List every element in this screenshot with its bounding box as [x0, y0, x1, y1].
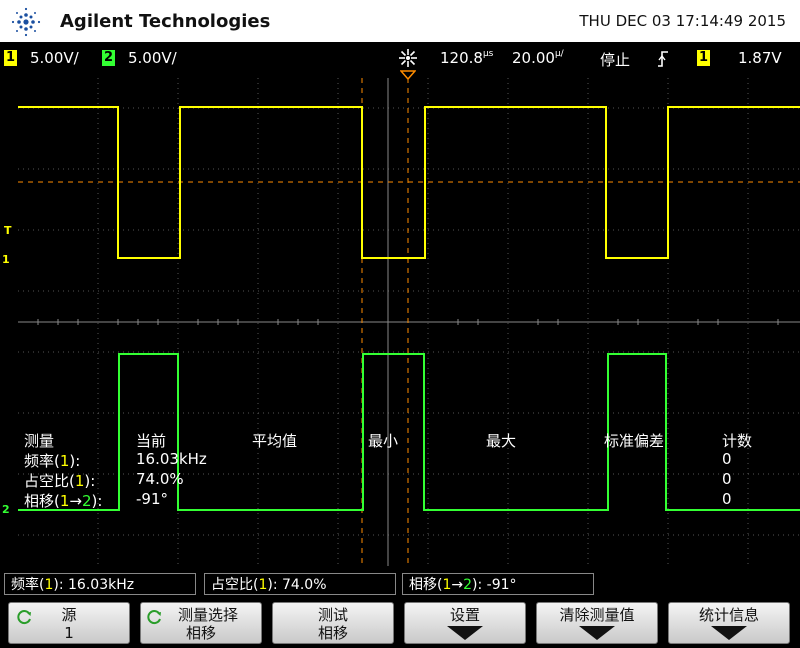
rotate-knob-icon [17, 610, 31, 625]
title-bar: Agilent Technologies THU DEC 03 17:14:49… [0, 0, 800, 42]
readout-frequency: 频率(1): 16.03kHz [4, 573, 196, 595]
row-phase-arrow: → [69, 492, 82, 510]
rotate-knob-icon [147, 610, 161, 625]
readout-duty: 占空比(1): 74.0% [204, 573, 396, 595]
header-stddev: 标准偏差 [604, 432, 665, 450]
row-frequency-label: 频率 [24, 452, 55, 470]
header-count: 计数 [722, 432, 753, 450]
readout-duty-value: ): 74.0% [267, 577, 327, 593]
trigger-position-marker-icon[interactable] [400, 70, 416, 80]
ch2-badge[interactable]: 2 [102, 50, 115, 66]
trigger-source-badge[interactable]: 1 [697, 50, 710, 66]
row-phase-ch2: 2 [82, 492, 92, 510]
readout-phase-ch2: 2 [463, 577, 473, 593]
row-phase-label: 相移 [24, 492, 55, 510]
readout-phase: 相移(1→2): -91° [402, 573, 594, 595]
rising-edge-trigger-icon [658, 51, 668, 67]
time-position-value: 120.8 [440, 49, 483, 67]
softkey-test-label: 测试 [317, 606, 348, 624]
softkey-source[interactable]: 源 1 [8, 602, 130, 644]
readout-phase-value: ): -91° [472, 577, 517, 593]
run-state: 停止 [600, 51, 631, 69]
ch1-ground-marker-label: 1 [2, 253, 10, 266]
softkey-settings[interactable]: 设置 [404, 602, 526, 644]
row-phase-count: 0 [722, 490, 732, 508]
readout-duty-label: 占空比 [211, 577, 253, 593]
ch1-badge[interactable]: 1 [4, 50, 17, 66]
brand-name: Agilent Technologies [60, 11, 271, 32]
row-frequency-current: 16.03kHz [136, 450, 207, 468]
row-duty-label: 占空比 [24, 472, 70, 490]
softkey-statistics-label: 统计信息 [698, 606, 759, 624]
row-frequency-count: 0 [722, 450, 732, 468]
ch2-scale[interactable]: 5.00V/ [128, 49, 177, 67]
ch1-scale[interactable]: 5.00V/ [30, 49, 79, 67]
readout-frequency-label: 频率 [11, 577, 39, 593]
date-time: THU DEC 03 17:14:49 2015 [579, 12, 786, 30]
row-phase-name: 相移(1→2): [24, 492, 103, 510]
ch2-ground-marker[interactable]: 2 [2, 503, 10, 516]
time-position[interactable]: 120.8μs [440, 49, 493, 67]
softkey-measure-select[interactable]: 测量选择 相移 [140, 602, 262, 644]
trigger-level[interactable]: 1.87V [738, 49, 782, 67]
row-duty-ch: 1 [74, 472, 85, 490]
row-duty-count: 0 [722, 470, 732, 488]
header-max: 最大 [486, 432, 517, 450]
row-frequency-suffix: ): [69, 452, 81, 470]
softkey-clear-label: 清除测量值 [559, 606, 635, 624]
readout-frequency-value: ): 16.03kHz [53, 577, 135, 593]
time-scale-value: 20.00 [512, 49, 555, 67]
softkey-test[interactable]: 测试 相移 [272, 602, 394, 644]
row-phase-ch1: 1 [59, 492, 70, 510]
row-frequency-ch: 1 [59, 452, 70, 470]
time-position-unit: μs [482, 49, 494, 59]
header-average: 平均值 [252, 432, 298, 450]
ch2-ground-marker-label: 2 [2, 503, 10, 516]
down-arrow-icon [579, 626, 615, 640]
time-scale-unit: μ/ [554, 49, 564, 59]
trigger-level-marker-label: T [4, 224, 12, 237]
header-min: 最小 [368, 432, 399, 450]
down-arrow-icon [711, 626, 747, 640]
trigger-level-marker[interactable]: T [4, 224, 12, 237]
down-arrow-icon [447, 626, 483, 640]
row-duty-suffix: ): [84, 472, 96, 490]
row-phase-current: -91° [136, 490, 168, 508]
agilent-spark-logo-icon [11, 7, 41, 37]
time-scale[interactable]: 20.00μ/ [512, 49, 564, 67]
row-duty-current: 74.0% [136, 470, 184, 488]
softkey-statistics[interactable]: 统计信息 [668, 602, 790, 644]
softkey-source-value: 1 [64, 624, 74, 642]
softkey-settings-label: 设置 [449, 606, 480, 624]
row-frequency-name: 频率(1): [24, 452, 81, 470]
ch1-ground-marker[interactable]: 1 [2, 253, 10, 266]
softkey-measure-select-value: 相移 [185, 624, 216, 642]
acquisition-starburst-icon [399, 49, 417, 67]
header-measure: 测量 [24, 432, 55, 450]
header-current: 当前 [136, 432, 167, 450]
row-duty-name: 占空比(1): [24, 472, 96, 490]
row-phase-suffix: ): [91, 492, 103, 510]
readout-phase-arrow: → [451, 577, 464, 593]
readout-phase-label: 相移 [409, 577, 437, 593]
softkey-clear-measurements[interactable]: 清除测量值 [536, 602, 658, 644]
softkey-test-value: 相移 [317, 624, 348, 642]
